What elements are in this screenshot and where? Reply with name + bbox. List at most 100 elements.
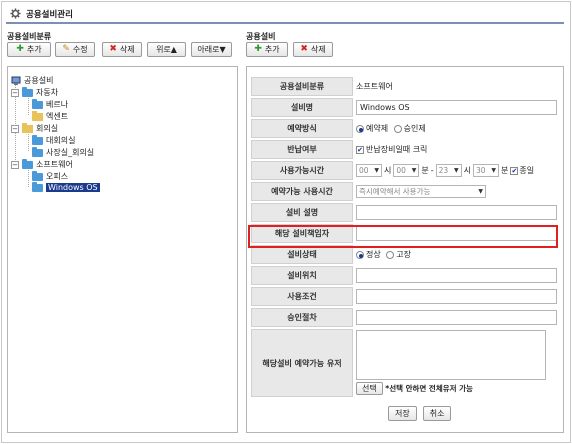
move-down-label: 아래로▼ xyxy=(197,45,226,54)
select-users-button[interactable]: 선택 xyxy=(356,382,383,395)
tree-node-verna[interactable]: 베르나 xyxy=(32,98,69,110)
status-normal-radio[interactable] xyxy=(356,250,364,259)
tree-node-office[interactable]: 오피스 xyxy=(32,170,68,182)
facility-section-label: 공용설비 xyxy=(246,32,276,41)
return-label: 반납여부 xyxy=(251,140,353,159)
cancel-button[interactable]: 취소 xyxy=(422,406,452,421)
collapse-toggle-icon[interactable]: − xyxy=(11,124,19,133)
facility-add-button[interactable]: ✚ 추가 xyxy=(246,42,288,57)
availability-select[interactable]: 즉시예약해서 사용가능 ▼ xyxy=(356,185,486,198)
return-checkbox-label: 반납장비일때 크릭 xyxy=(366,145,428,154)
description-input[interactable] xyxy=(356,205,557,220)
form-row-time: 사용가능시간 00 ▼ 시 00 ▼ 분 -23 ▼ 시 30 ▼ 분 ✔ 종일 xyxy=(251,161,559,180)
users-list[interactable] xyxy=(356,330,546,380)
booking-approval-label: 승인제 xyxy=(403,124,426,133)
tree-node-label: 공용설비 xyxy=(24,76,54,85)
booking-reservation-label: 예약제 xyxy=(366,124,389,133)
computer-icon xyxy=(11,76,21,85)
approval-label: 승인절차 xyxy=(251,308,353,327)
tree-node-label: Windows OS xyxy=(46,183,100,192)
all-day-checkbox[interactable]: ✔ xyxy=(510,166,519,175)
tree-node-label: 사장실_회의실 xyxy=(46,148,95,157)
end-hour-select[interactable]: 23 ▼ xyxy=(435,164,462,177)
move-up-label: 위로▲ xyxy=(156,45,177,54)
status-broken-radio[interactable] xyxy=(386,250,395,259)
category-delete-label: 삭제 xyxy=(119,45,135,54)
approval-input[interactable] xyxy=(356,310,557,325)
name-label: 설비명 xyxy=(251,98,353,117)
minute-unit: 분 xyxy=(501,166,509,175)
start-minute-select[interactable]: 00 ▼ xyxy=(393,164,420,177)
tree-node-windows-os[interactable]: Windows OS xyxy=(32,181,100,192)
tree-guide-line xyxy=(28,95,29,115)
collapse-toggle-icon[interactable]: − xyxy=(11,160,19,169)
category-add-button[interactable]: ✚ 추가 xyxy=(7,42,51,57)
tree-node-root[interactable]: 공용설비 xyxy=(11,75,53,86)
form-row-name: 설비명 Windows OS xyxy=(251,98,559,117)
tree-node-cars[interactable]: − 자동차 xyxy=(11,86,59,98)
form-row-conditions: 사용조건 xyxy=(251,287,559,306)
facility-form: 공용설비분류 소프트웨어 설비명 Windows OS 예약방식 예약제 승인제… xyxy=(246,66,564,433)
conditions-input[interactable] xyxy=(356,289,557,304)
plus-icon: ✚ xyxy=(16,44,24,54)
plus-icon: ✚ xyxy=(254,44,262,54)
delete-x-icon: ✖ xyxy=(109,44,117,54)
folder-open-icon xyxy=(22,122,33,133)
dropdown-arrow-icon: ▼ xyxy=(411,167,417,174)
time-label: 사용가능시간 xyxy=(251,161,353,180)
category-edit-button[interactable]: ✎ 수정 xyxy=(55,42,95,57)
save-button[interactable]: 저장 xyxy=(388,406,417,421)
select-users-note: *선택 안하면 전체유저 가능 xyxy=(385,384,473,393)
start-hour-select[interactable]: 00 ▼ xyxy=(356,164,382,177)
name-input[interactable]: Windows OS xyxy=(356,100,557,115)
dropdown-arrow-icon: ▼ xyxy=(478,188,483,195)
folder-icon xyxy=(32,181,43,192)
category-label: 공용설비분류 xyxy=(251,77,353,96)
category-section-label: 공용설비분류 xyxy=(7,32,52,41)
form-actions: 저장 취소 xyxy=(388,406,452,421)
availability-label: 예약가능 사용시간 xyxy=(251,182,353,201)
tree-node-accent[interactable]: 엑센트 xyxy=(32,110,69,122)
location-input[interactable] xyxy=(356,268,557,283)
booking-reservation-radio[interactable] xyxy=(356,124,364,133)
hour-unit: 시 xyxy=(384,166,392,175)
tree-guide-line xyxy=(28,131,29,151)
title-bar: 공용설비관리 xyxy=(6,6,564,24)
folder-open-icon xyxy=(32,110,43,121)
tree-node-ceo-meeting-room[interactable]: 사장실_회의실 xyxy=(32,146,95,158)
category-tree: 공용설비 − 자동차 베르나 엑센트 − 회의실 대회의실 사장실_회의실 − … xyxy=(7,66,238,433)
delete-x-icon: ✖ xyxy=(300,44,308,54)
tree-node-meeting-rooms[interactable]: − 회의실 xyxy=(11,122,59,134)
move-down-button[interactable]: 아래로▼ xyxy=(191,42,232,57)
tree-node-label: 엑센트 xyxy=(46,112,69,121)
tree-node-label: 베르나 xyxy=(46,100,69,109)
pencil-icon: ✎ xyxy=(62,44,70,54)
dropdown-arrow-icon: ▼ xyxy=(374,167,379,174)
tree-node-label: 자동차 xyxy=(36,88,59,97)
tree-node-software[interactable]: − 소프트웨어 xyxy=(11,158,73,170)
end-minute-select[interactable]: 30 ▼ xyxy=(473,164,500,177)
category-delete-button[interactable]: ✖ 삭제 xyxy=(102,42,142,57)
hour-unit: 시 xyxy=(463,166,472,175)
form-row-users: 해당설비 예약가능 유저 선택 *선택 안하면 전체유저 가능 xyxy=(251,329,559,397)
facility-delete-button[interactable]: ✖ 삭제 xyxy=(293,42,333,57)
folder-icon xyxy=(22,86,33,97)
collapse-toggle-icon[interactable]: − xyxy=(11,88,19,97)
form-row-approval: 승인절차 xyxy=(251,308,559,327)
move-up-button[interactable]: 위로▲ xyxy=(147,42,186,57)
tree-node-label: 대회의실 xyxy=(46,136,76,145)
highlight-box xyxy=(248,225,558,248)
availability-value: 즉시예약해서 사용가능 xyxy=(359,187,431,196)
booking-approval-radio[interactable] xyxy=(393,124,402,133)
form-row-description: 설비 설명 xyxy=(251,203,559,222)
tree-node-label: 회의실 xyxy=(36,124,59,133)
start-minute-value: 00 xyxy=(396,166,406,175)
facility-add-label: 추가 xyxy=(264,45,280,54)
form-row-availability: 예약가능 사용시간 즉시예약해서 사용가능 ▼ xyxy=(251,182,559,201)
category-add-label: 추가 xyxy=(26,45,42,54)
return-checkbox[interactable]: ✔ xyxy=(356,145,364,154)
tree-node-label: 소프트웨어 xyxy=(36,160,73,169)
folder-icon xyxy=(22,158,33,169)
tree-node-large-meeting-room[interactable]: 대회의실 xyxy=(32,134,76,146)
form-row-return: 반납여부 ✔ 반납장비일때 크릭 xyxy=(251,140,559,159)
